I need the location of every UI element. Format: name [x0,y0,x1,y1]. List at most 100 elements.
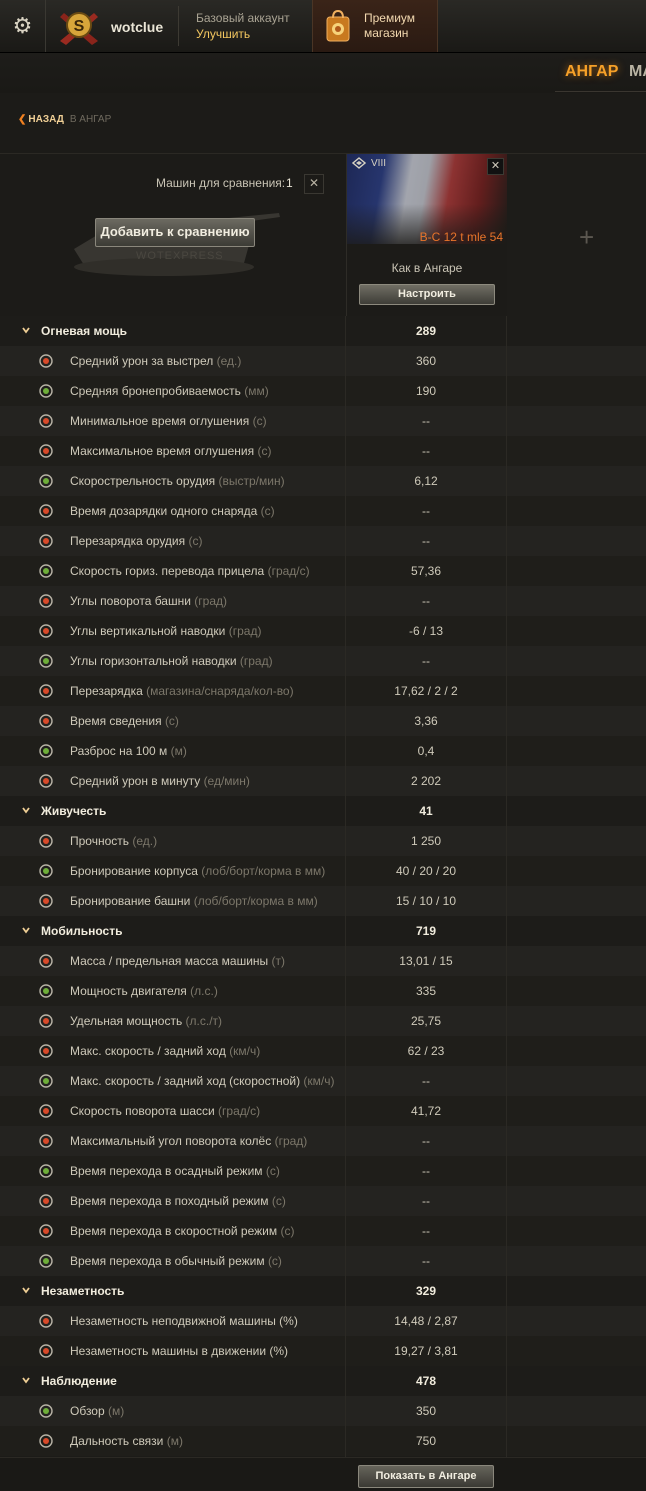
compare-header: Машин для сравнения: 1 ✕ Добавить к срав… [0,153,646,316]
section-header[interactable]: Мобильность 719 [0,916,646,946]
premium-label-line2: магазин [364,26,409,40]
stat-name: Дальность связи [70,1434,164,1448]
section-header[interactable]: Огневая мощь 289 [0,316,646,346]
stat-row: Максимальный угол поворота колёс (град) -… [0,1126,646,1156]
camo-stationary-icon [39,1314,53,1328]
column-divider [345,316,346,1457]
stat-unit: (магазина/снаряда/кол-во) [146,684,294,698]
stat-name: Углы вертикальной наводки [70,624,226,638]
stat-label: Разброс на 100 м (м) [70,744,187,758]
stat-value: 62 / 23 [407,1044,445,1058]
stat-name: Максимальный угол поворота колёс [70,1134,272,1148]
shell-reload-icon [39,504,53,518]
remove-vehicle-button[interactable]: ✕ [487,158,504,175]
stat-unit: (град) [274,1134,308,1148]
stat-name: Макс. скорость / задний ход [70,1044,226,1058]
stat-row: Время перехода в походный режим (с) -- [0,1186,646,1216]
section-score: 289 [415,324,437,338]
stat-unit: (град) [228,624,262,638]
stat-value: 360 [415,354,437,368]
tab-next[interactable]: МА [629,63,646,81]
section-header[interactable]: Живучесть 41 [0,796,646,826]
stat-row: Время перехода в обычный режим (с) -- [0,1246,646,1276]
stat-value: 2 202 [410,774,442,788]
premium-shop-button[interactable]: Премиум магазин [312,0,438,52]
chevron-down-icon [22,1287,30,1294]
stat-label: Время перехода в скоростной режим (с) [70,1224,294,1238]
watermark: WOTEXPRESS [136,250,224,262]
divider [178,6,179,46]
breadcrumb[interactable]: ❮ НАЗАД В АНГАР [18,114,111,125]
stat-name: Незаметность машины в движении (%) [70,1344,289,1358]
stat-unit: (ед.) [132,834,158,848]
show-in-hangar-button[interactable]: Показать в Ангаре [358,1465,494,1488]
section-title: Живучесть [41,804,107,818]
stat-row: Средний урон за выстрел (ед.) 360 [0,346,646,376]
stat-value: -- [422,1074,430,1088]
stat-unit: (м) [166,1434,183,1448]
stat-label: Перезарядка (магазина/снаряда/кол-во) [70,684,294,698]
section-score: 719 [415,924,437,938]
vehicle-tier: VIII [371,158,387,169]
chevron-down-icon [22,1377,30,1384]
settings-button[interactable]: ⚙ [0,0,46,52]
stat-row: Бронирование башни (лоб/борт/корма в мм)… [0,886,646,916]
rate-of-fire-icon [39,474,53,488]
stat-value: 15 / 10 / 10 [395,894,457,908]
vehicle-name: B-C 12 t mle 54 [419,230,503,244]
back-button-label[interactable]: НАЗАД [28,114,63,125]
traverse-speed-icon [39,564,53,578]
stat-label: Углы горизонтальной наводки (град) [70,654,273,668]
stat-name: Удельная мощность [70,1014,183,1028]
section-header[interactable]: Наблюдение 478 [0,1366,646,1396]
stat-name: Средний урон за выстрел [70,354,214,368]
stat-unit: (мм) [244,384,269,398]
stat-row: Время сведения (с) 3,36 [0,706,646,736]
stat-value: 350 [415,1404,437,1418]
clear-compare-button[interactable]: ✕ [304,174,324,194]
add-to-compare-button[interactable]: Добавить к сравнению [95,218,255,247]
stat-label: Удельная мощность (л.с./т) [70,1014,222,1028]
stat-value: 0,4 [417,744,435,758]
camo-moving-icon [39,1344,53,1358]
speed-mode-icon [39,1074,53,1088]
section-header[interactable]: Незаметность 329 [0,1276,646,1306]
stat-name: Прочность [70,834,130,848]
stat-value: 14,48 / 2,87 [394,1314,458,1328]
stat-label: Скорострельность орудия (выстр/мин) [70,474,285,488]
rank-emblem-icon[interactable]: S [58,9,100,45]
stat-row: Максимальное время оглушения (с) -- [0,436,646,466]
light-tank-class-icon [352,157,366,169]
bottom-bar: Показать в Ангаре [0,1457,646,1491]
stat-name: Незаметность неподвижной машины (%) [70,1314,298,1328]
stat-unit: (с) [164,714,179,728]
section-title: Наблюдение [41,1374,117,1388]
stat-row: Минимальное время оглушения (с) -- [0,406,646,436]
stat-value: 25,75 [410,1014,442,1028]
configure-button[interactable]: Настроить [359,284,495,305]
stat-value: 57,36 [410,564,442,578]
stat-row: Масса / предельная масса машины (т) 13,01… [0,946,646,976]
stat-row: Углы вертикальной наводки (град) -6 / 13 [0,616,646,646]
siege-mode-icon [39,1164,53,1178]
stat-unit: (ед.) [216,354,242,368]
add-vehicle-slot[interactable]: + [507,154,646,316]
stat-row: Макс. скорость / задний ход (км/ч) 62 / 2… [0,1036,646,1066]
tab-hangar[interactable]: АНГАР [565,63,618,81]
stat-label: Время перехода в обычный режим (с) [70,1254,282,1268]
stat-unit: (с) [252,414,267,428]
stat-row: Бронирование корпуса (лоб/борт/корма в м… [0,856,646,886]
stat-value: 3,36 [414,714,438,728]
stat-row: Средняя бронепробиваемость (мм) 190 [0,376,646,406]
stat-label: Бронирование корпуса (лоб/борт/корма в м… [70,864,325,878]
username[interactable]: wotclue [111,19,163,35]
upgrade-link[interactable]: Улучшить [196,27,250,41]
account-type: Базовый аккаунт [196,11,290,25]
stat-unit: (лоб/борт/корма в мм) [193,894,318,908]
stat-name: Перезарядка орудия [70,534,186,548]
stat-name: Минимальное время оглушения [70,414,250,428]
chevron-down-icon [22,927,30,934]
stat-row: Скорость поворота шасси (град/с) 41,72 [0,1096,646,1126]
premium-label-line1: Премиум [364,11,416,25]
stat-name: Скорострельность орудия [70,474,216,488]
